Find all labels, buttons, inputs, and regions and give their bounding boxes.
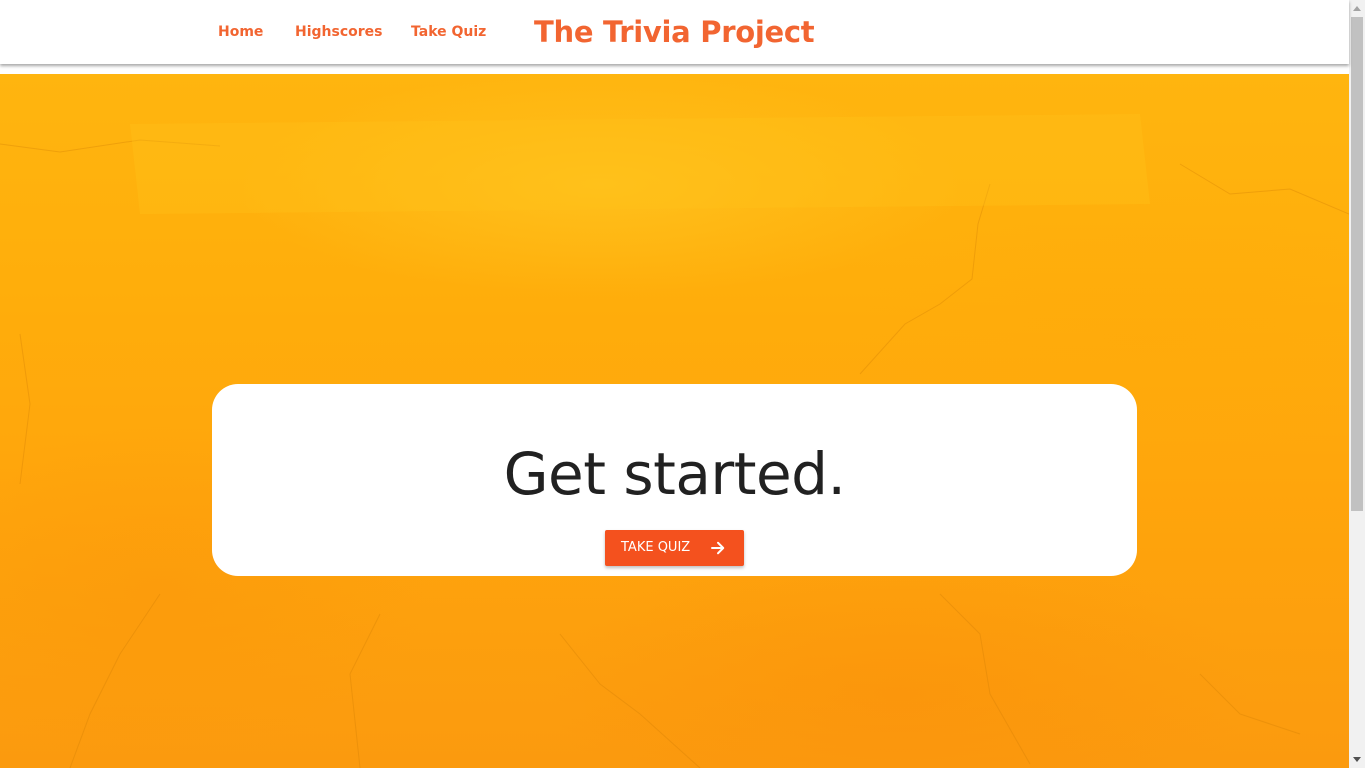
scroll-up-arrow-icon[interactable] [1353,6,1361,11]
scroll-down-arrow-icon[interactable] [1353,757,1361,762]
nav-take-quiz-link[interactable]: Take Quiz [411,22,486,42]
arrow-right-icon [711,541,725,555]
nav-home-link[interactable]: Home [218,22,263,42]
take-quiz-button-label: TAKE QUIZ [621,540,691,555]
scrollbar-thumb[interactable] [1351,17,1363,511]
vertical-scrollbar[interactable] [1349,0,1365,768]
get-started-heading: Get started. [503,440,846,508]
get-started-card: Get started. TAKE QUIZ [212,384,1137,576]
nav-highscores-link[interactable]: Highscores [295,22,383,42]
take-quiz-button[interactable]: TAKE QUIZ [605,530,744,566]
top-navbar: Home Highscores Take Quiz The Trivia Pro… [0,0,1349,64]
header-spacer [0,64,1349,74]
hero-section: Get started. TAKE QUIZ [0,74,1349,768]
site-title[interactable]: The Trivia Project [534,12,815,52]
